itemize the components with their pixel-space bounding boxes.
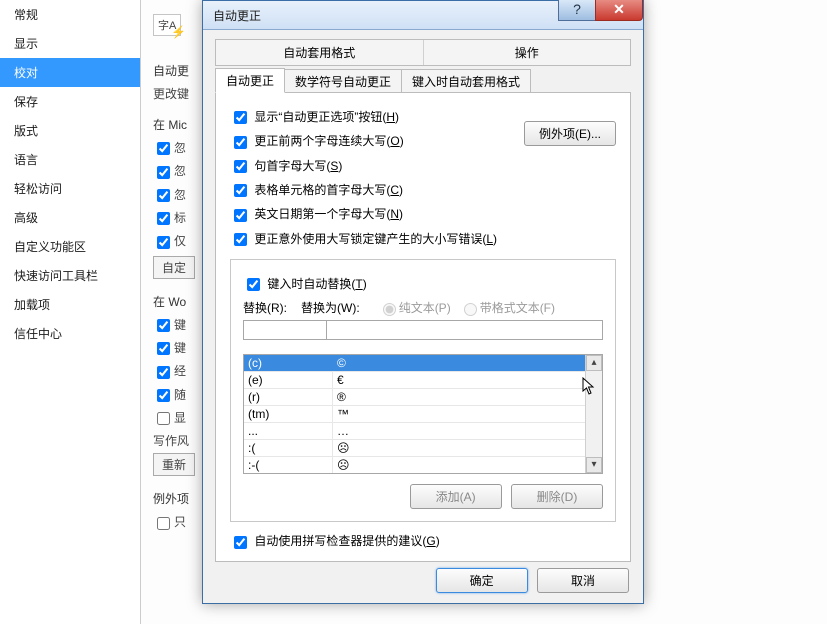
substitution-row[interactable]: (c)© [244,355,586,372]
dialog-title-bar[interactable]: 自动更正 ? ✕ [203,1,643,30]
dialog-title: 自动更正 [213,7,261,24]
autocorrect-panel: 显示“自动更正选项”按钮(H) 例外项(E)... 更正前两个字母连续大写(O)… [215,92,631,562]
check-sentence-label: 句首字母大写(S) [254,159,342,173]
bg-check2-4[interactable] [157,389,170,402]
tab-autoformat[interactable]: 自动套用格式 [216,40,424,65]
delete-button[interactable]: 删除(D) [511,484,603,509]
substitution-from: ... [244,423,332,439]
bg-check2-1[interactable] [157,319,170,332]
substitution-to: ® [332,389,586,405]
radio-plain-text: 纯文本(P) [378,299,451,316]
check-weekday-label: 英文日期第一个字母大写(N) [254,207,403,221]
nav-language[interactable]: 语言 [0,145,140,174]
bg-check2-5[interactable] [157,412,170,425]
check-correct-capslock[interactable] [234,233,247,246]
check-two-caps-label: 更正前两个字母连续大写(O) [254,134,403,148]
substitution-row[interactable]: (tm)™ [244,406,586,423]
substitution-row[interactable]: ...… [244,423,586,440]
with-input[interactable] [326,320,603,340]
substitution-to: € [332,372,586,388]
check-replace-label: 键入时自动替换(T) [267,277,366,291]
cancel-button[interactable]: 取消 [537,568,629,593]
check-tablecell-label: 表格单元格的首字母大写(C) [254,183,403,197]
check-use-spellcheck-suggestions[interactable] [234,536,247,549]
scrollbar[interactable]: ▴ ▾ [585,355,602,473]
check-capitalize-table-cells[interactable] [234,184,247,197]
with-label: 替换为(W): [301,299,360,316]
tab-autocorrect[interactable]: 自动更正 [215,68,285,93]
abc-icon: 字A⚡ [153,14,181,36]
bg-check2-3[interactable] [157,366,170,379]
substitution-from: (e) [244,372,332,388]
exceptions-button[interactable]: 例外项(E)... [524,121,616,146]
substitution-from: (c) [244,355,332,371]
bg-check3-1[interactable] [157,517,170,530]
bg-check-4[interactable] [157,212,170,225]
substitution-from: (r) [244,389,332,405]
nav-save[interactable]: 保存 [0,87,140,116]
substitution-to: © [332,355,586,371]
top-tabstrip: 自动套用格式 操作 [215,39,631,66]
close-button[interactable]: ✕ [595,0,643,21]
radio-formatted-text: 带格式文本(F) [459,299,555,316]
substitution-to: … [332,423,586,439]
check-capslock-label: 更正意外使用大写锁定键产生的大小写错误(L) [254,232,497,246]
nav-quick-access[interactable]: 快速访问工具栏 [0,261,140,290]
nav-layout[interactable]: 版式 [0,116,140,145]
replace-as-you-type-group: 键入时自动替换(T) 替换(R): 替换为(W): 纯文本(P) 带格式文本(F… [230,259,616,522]
autocorrect-dialog: 自动更正 ? ✕ 自动套用格式 操作 自动更正 数学符号自动更正 键入时自动套用… [202,0,644,604]
scroll-down-button[interactable]: ▾ [586,457,602,473]
ok-button[interactable]: 确定 [436,568,528,593]
scroll-up-button[interactable]: ▴ [586,355,602,371]
options-sidebar: 常规 显示 校对 保存 版式 语言 轻松访问 高级 自定义功能区 快速访问工具栏… [0,0,141,624]
nav-display[interactable]: 显示 [0,29,140,58]
bg-check2-2[interactable] [157,342,170,355]
replace-label: 替换(R): [243,299,287,316]
nav-ease[interactable]: 轻松访问 [0,174,140,203]
bg-check-1[interactable] [157,142,170,155]
tab-autoformat-typing[interactable]: 键入时自动套用格式 [401,69,531,94]
check-spell-suggest-label: 自动使用拼写检查器提供的建议(G) [254,534,439,548]
substitution-row[interactable]: :(☹ [244,440,586,457]
substitution-from: :( [244,440,332,456]
nav-general[interactable]: 常规 [0,0,140,29]
check-two-initial-caps[interactable] [234,136,247,149]
add-button[interactable]: 添加(A) [410,484,502,509]
bg-check-2[interactable] [157,166,170,179]
substitution-to: ☹ [332,440,586,456]
nav-advanced[interactable]: 高级 [0,203,140,232]
recheck-button[interactable]: 重新 [153,453,195,476]
substitution-from: (tm) [244,406,332,422]
bg-check-5[interactable] [157,236,170,249]
substitution-row[interactable]: (r)® [244,389,586,406]
help-button[interactable]: ? [558,0,596,21]
sub-tabstrip: 自动更正 数学符号自动更正 键入时自动套用格式 [215,68,631,93]
nav-addins[interactable]: 加载项 [0,290,140,319]
check-show-autocorrect-options[interactable] [234,111,247,124]
tab-actions[interactable]: 操作 [424,40,631,65]
tab-math-autocorrect[interactable]: 数学符号自动更正 [284,69,402,94]
substitution-row[interactable]: :-(☹ [244,457,586,473]
substitution-row[interactable]: (e)€ [244,372,586,389]
nav-trust[interactable]: 信任中心 [0,319,140,348]
check-show-label: 显示“自动更正选项”按钮(H) [254,110,399,124]
substitution-to: ☹ [332,457,586,473]
nav-proofing[interactable]: 校对 [0,58,140,87]
substitution-to: ™ [332,406,586,422]
bg-check-3[interactable] [157,189,170,202]
check-capitalize-days[interactable] [234,209,247,222]
check-capitalize-sentences[interactable] [234,160,247,173]
check-replace-as-you-type[interactable] [247,278,260,291]
bg-autocorrect-options-button[interactable]: 自定 [153,256,195,279]
replace-input[interactable] [243,320,327,340]
substitution-from: :-( [244,457,332,473]
substitutions-list[interactable]: (c)©(e)€(r)®(tm)™...…:(☹:-(☹ ▴ ▾ [243,354,603,474]
nav-customize-ribbon[interactable]: 自定义功能区 [0,232,140,261]
